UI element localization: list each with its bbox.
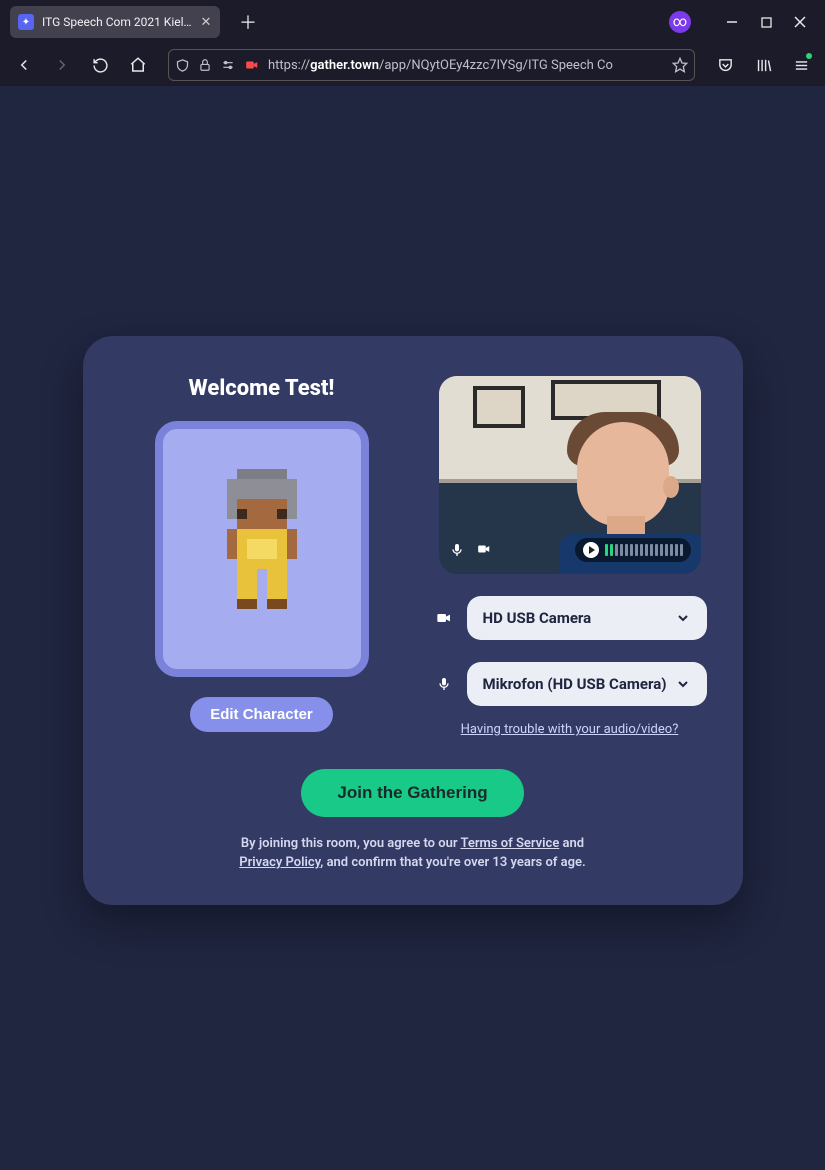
bg-frame-icon xyxy=(473,386,525,428)
person-head-icon xyxy=(577,422,669,526)
chevron-down-icon xyxy=(675,676,691,692)
nav-home-button[interactable] xyxy=(124,51,152,79)
welcome-heading: Welcome Test! xyxy=(189,376,335,401)
shield-icon[interactable] xyxy=(175,58,190,73)
nav-reload-button[interactable] xyxy=(86,51,114,79)
microphone-select-value: Mikrofon (HD USB Camera) xyxy=(483,675,667,693)
window-minimize-button[interactable] xyxy=(715,8,749,36)
microphone-icon xyxy=(433,674,455,694)
browser-tab[interactable]: ✦ ITG Speech Com 2021 Kiel | Gath ✕ xyxy=(10,6,220,38)
privacy-policy-link[interactable]: Privacy Policy xyxy=(239,855,320,870)
lock-icon[interactable] xyxy=(198,58,212,72)
overlay-mic-icon[interactable] xyxy=(449,542,465,558)
camera-select[interactable]: HD USB Camera xyxy=(467,596,707,640)
tab-favicon-icon: ✦ xyxy=(18,14,34,30)
microphone-select[interactable]: Mikrofon (HD USB Camera) xyxy=(467,662,707,706)
person-ear-icon xyxy=(663,476,679,498)
audio-meter[interactable] xyxy=(575,538,691,562)
permissions-icon[interactable] xyxy=(220,58,236,72)
camera-preview xyxy=(439,376,701,574)
tab-close-icon[interactable]: ✕ xyxy=(198,15,214,30)
window-close-button[interactable] xyxy=(783,8,817,36)
app-menu-icon[interactable] xyxy=(787,51,815,79)
window-titlebar: ✦ ITG Speech Com 2021 Kiel | Gath ✕ ＋ ∞ xyxy=(0,0,825,44)
play-test-sound-icon[interactable] xyxy=(583,542,599,558)
browser-toolbar: https://gather.town/app/NQytOEy4zzc7IYSg… xyxy=(0,44,825,86)
chevron-down-icon xyxy=(675,610,691,626)
overlay-camera-icon[interactable] xyxy=(475,542,493,558)
audio-level-bars-icon xyxy=(605,544,683,556)
tab-title: ITG Speech Com 2021 Kiel | Gath xyxy=(42,15,192,29)
url-bar[interactable]: https://gather.town/app/NQytOEy4zzc7IYSg… xyxy=(168,49,695,81)
edit-character-button[interactable]: Edit Character xyxy=(190,697,333,732)
url-text: https://gather.town/app/NQytOEy4zzc7IYSg… xyxy=(268,58,613,73)
terms-of-service-link[interactable]: Terms of Service xyxy=(460,836,559,851)
extension-icon[interactable]: ∞ xyxy=(669,11,691,33)
window-maximize-button[interactable] xyxy=(749,8,783,36)
nav-forward-button[interactable] xyxy=(48,51,76,79)
audio-video-help-link[interactable]: Having trouble with your audio/video? xyxy=(461,722,679,737)
new-tab-button[interactable]: ＋ xyxy=(234,8,262,36)
preview-overlay xyxy=(449,536,691,564)
avatar-preview xyxy=(155,421,369,677)
camera-icon xyxy=(433,610,455,626)
bookmark-star-icon[interactable] xyxy=(672,57,688,73)
notification-dot-icon xyxy=(806,53,812,59)
join-gathering-button[interactable]: Join the Gathering xyxy=(301,769,523,817)
pocket-icon[interactable] xyxy=(711,51,739,79)
nav-back-button[interactable] xyxy=(10,51,38,79)
camera-recording-icon[interactable] xyxy=(244,58,260,72)
avatar-icon xyxy=(207,469,317,629)
legal-text: By joining this room, you agree to our T… xyxy=(119,835,707,873)
page-content: Welcome Test! xyxy=(0,86,825,1170)
library-icon[interactable] xyxy=(749,51,777,79)
camera-select-value: HD USB Camera xyxy=(483,609,592,627)
join-card: Welcome Test! xyxy=(83,336,743,905)
